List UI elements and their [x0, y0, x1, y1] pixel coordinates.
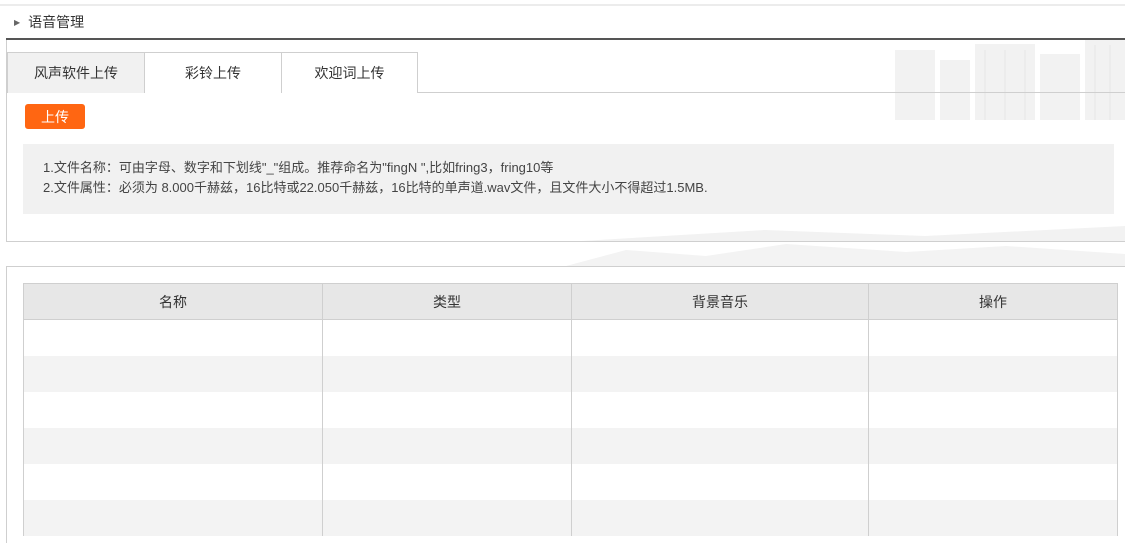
table-header-row: 名称 类型 背景音乐 操作	[23, 283, 1118, 320]
breadcrumb: ▶ 语音管理	[6, 6, 1125, 40]
column-header-background-music: 背景音乐	[571, 283, 869, 320]
instruction-line-2: 2.文件属性：必须为 8.000千赫兹，16比特或22.050千赫兹，16比特的…	[43, 180, 708, 195]
voice-list-panel: 名称 类型 背景音乐 操作	[6, 266, 1125, 543]
tab-welcome-upload[interactable]: 欢迎词上传	[281, 52, 418, 93]
tab-label: 风声软件上传	[34, 65, 118, 81]
divider-background-art	[566, 244, 1125, 266]
tab-ringtone-upload[interactable]: 彩铃上传	[144, 52, 282, 93]
tab-bar: 风声软件上传 彩铃上传 欢迎词上传	[7, 52, 1125, 93]
column-header-name: 名称	[23, 283, 323, 320]
tab-fengsheng-upload[interactable]: 风声软件上传	[7, 52, 145, 93]
table-row	[23, 427, 1118, 464]
tab-label: 欢迎词上传	[314, 65, 385, 81]
caret-right-icon: ▶	[14, 17, 21, 27]
voice-table: 名称 类型 背景音乐 操作	[23, 283, 1118, 536]
column-header-type: 类型	[322, 283, 572, 320]
upload-panel: 风声软件上传 彩铃上传 欢迎词上传 上传 1.文件名称：可由字母、数字和下划线"…	[6, 40, 1125, 242]
instruction-line-1: 1.文件名称：可由字母、数字和下划线"_"组成。推荐命名为"fingN ",比如…	[43, 160, 554, 175]
table-row	[23, 499, 1118, 536]
column-header-actions: 操作	[868, 283, 1118, 320]
table-row	[23, 319, 1118, 356]
upload-button[interactable]: 上传	[25, 104, 85, 129]
tab-label: 彩铃上传	[185, 65, 241, 81]
upload-instructions: 1.文件名称：可由字母、数字和下划线"_"组成。推荐命名为"fingN ",比如…	[23, 144, 1114, 214]
page-title: 语音管理	[28, 14, 85, 30]
table-row	[23, 463, 1118, 500]
table-row	[23, 391, 1118, 428]
table-row	[23, 355, 1118, 392]
